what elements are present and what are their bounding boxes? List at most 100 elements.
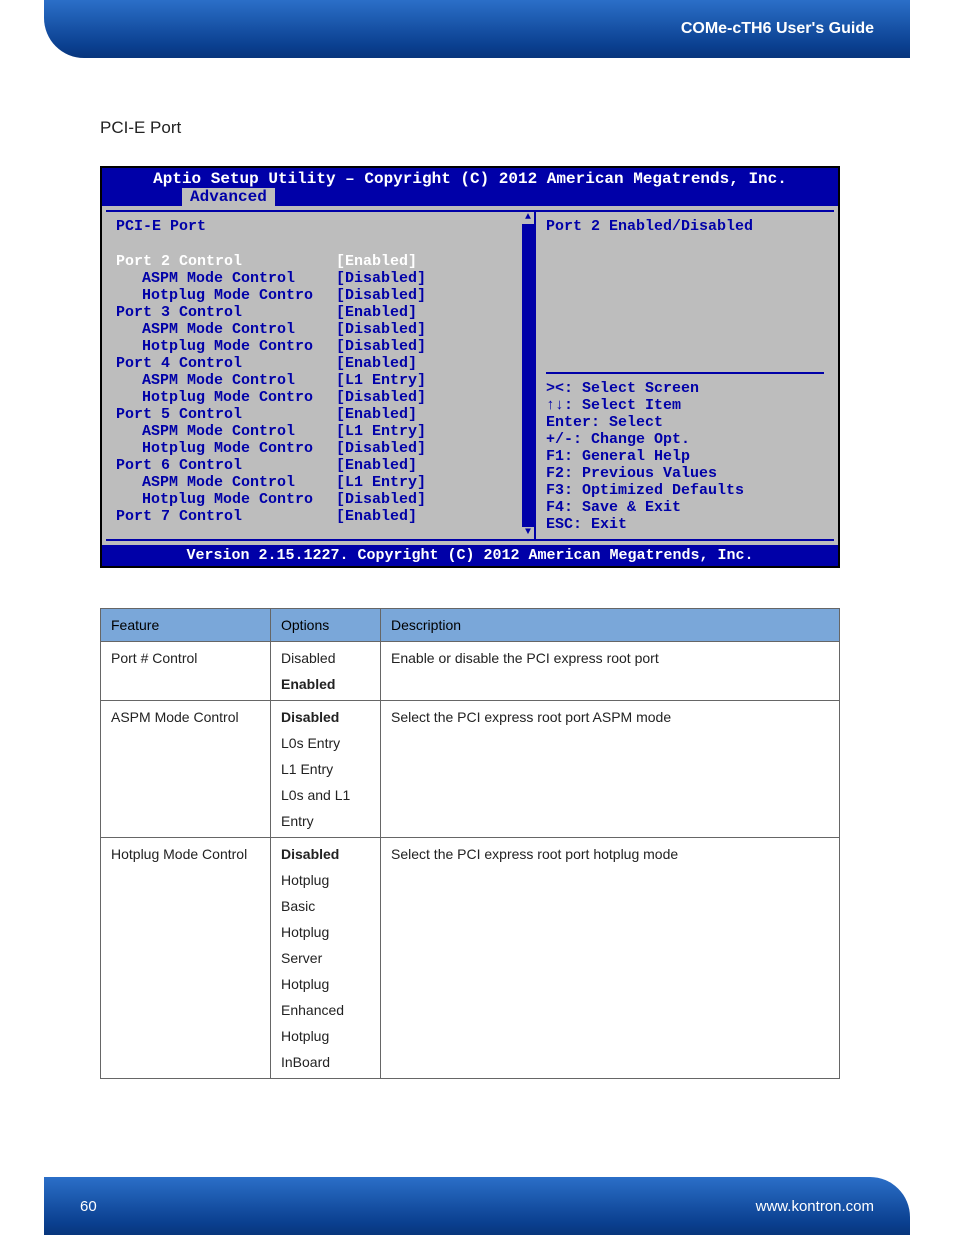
bios-keyhelp-line: Enter: Select: [546, 414, 824, 431]
option-value: Enabled: [281, 676, 370, 692]
option-value: Hotplug: [281, 924, 370, 940]
page-content: PCI-E Port Aptio Setup Utility – Copyrig…: [0, 58, 954, 1119]
cell-feature: Port # Control: [101, 642, 271, 701]
bios-option-value: [Disabled]: [336, 287, 426, 304]
bios-option-value: [L1 Entry]: [336, 474, 426, 491]
page-number: 60: [80, 1198, 97, 1215]
bios-screenshot: Aptio Setup Utility – Copyright (C) 2012…: [100, 166, 840, 568]
bios-option-row[interactable]: ASPM Mode Control[L1 Entry]: [116, 474, 528, 491]
bios-option-value: [Enabled]: [336, 406, 417, 423]
bios-option-value: [L1 Entry]: [336, 372, 426, 389]
option-value: Basic: [281, 898, 370, 914]
option-value: Server: [281, 950, 370, 966]
bios-option-row[interactable]: Hotplug Mode Contro[Disabled]: [116, 389, 528, 406]
bios-option-value: [Enabled]: [336, 457, 417, 474]
bios-option-label: Hotplug Mode Contro: [116, 389, 336, 406]
bios-keyhelp-line: F3: Optimized Defaults: [546, 482, 824, 499]
guide-title: COMe-cTH6 User's Guide: [681, 20, 874, 38]
bios-option-value: [Enabled]: [336, 253, 417, 270]
bios-keyhelp-line: ESC: Exit: [546, 516, 824, 533]
bios-option-row[interactable]: ASPM Mode Control[L1 Entry]: [116, 372, 528, 389]
option-value: Disabled: [281, 709, 370, 725]
bios-option-label: ASPM Mode Control: [116, 372, 336, 389]
bios-option-row[interactable]: Hotplug Mode Contro[Disabled]: [116, 491, 528, 508]
bios-option-label: ASPM Mode Control: [116, 423, 336, 440]
bios-option-label: Port 7 Control: [116, 508, 336, 525]
option-value: Entry: [281, 813, 370, 829]
cell-feature: Hotplug Mode Control: [101, 838, 271, 1079]
bios-option-value: [Disabled]: [336, 491, 426, 508]
bios-option-value: [Disabled]: [336, 270, 426, 287]
option-value: Hotplug: [281, 1028, 370, 1044]
table-row: ASPM Mode ControlDisabledL0s EntryL1 Ent…: [101, 701, 840, 838]
cell-description: Select the PCI express root port ASPM mo…: [381, 701, 840, 838]
bios-page-heading: PCI-E Port: [116, 218, 528, 235]
cell-options: DisabledL0s EntryL1 EntryL0s and L1Entry: [271, 701, 381, 838]
section-title: PCI-E Port: [100, 118, 894, 138]
bios-option-label: Hotplug Mode Contro: [116, 440, 336, 457]
option-value: L0s and L1: [281, 787, 370, 803]
bios-option-row[interactable]: ASPM Mode Control[Disabled]: [116, 321, 528, 338]
bios-option-value: [L1 Entry]: [336, 423, 426, 440]
bios-help-text: Port 2 Enabled/Disabled: [546, 218, 824, 235]
bios-option-value: [Enabled]: [336, 355, 417, 372]
bios-option-row[interactable]: Hotplug Mode Contro[Disabled]: [116, 338, 528, 355]
bios-option-value: [Enabled]: [336, 304, 417, 321]
option-value: L0s Entry: [281, 735, 370, 751]
bios-option-row[interactable]: Port 6 Control[Enabled]: [116, 457, 528, 474]
bios-option-row[interactable]: Port 2 Control[Enabled]: [116, 253, 528, 270]
cell-options: DisabledHotplugBasicHotplugServerHotplug…: [271, 838, 381, 1079]
cell-feature: ASPM Mode Control: [101, 701, 271, 838]
bios-option-row[interactable]: ASPM Mode Control[L1 Entry]: [116, 423, 528, 440]
bios-option-label: Port 2 Control: [116, 253, 336, 270]
bios-option-value: [Disabled]: [336, 321, 426, 338]
table-row: Hotplug Mode ControlDisabledHotplugBasic…: [101, 838, 840, 1079]
bios-scrollbar[interactable]: ▲ ▼: [522, 212, 534, 539]
feature-table: Feature Options Description Port # Contr…: [100, 608, 840, 1079]
bios-option-value: [Enabled]: [336, 508, 417, 525]
bios-keyhelp-line: +/-: Change Opt.: [546, 431, 824, 448]
bios-option-label: ASPM Mode Control: [116, 270, 336, 287]
scroll-down-icon[interactable]: ▼: [522, 527, 534, 539]
col-feature: Feature: [101, 609, 271, 642]
bios-option-value: [Disabled]: [336, 440, 426, 457]
table-header-row: Feature Options Description: [101, 609, 840, 642]
bios-option-label: Hotplug Mode Contro: [116, 287, 336, 304]
bios-option-label: Port 6 Control: [116, 457, 336, 474]
bios-option-label: Hotplug Mode Contro: [116, 338, 336, 355]
table-row: Port # Control Disabled Enabled Enable or d…: [101, 642, 840, 701]
option-value: Enhanced: [281, 1002, 370, 1018]
cell-description: Enable or disable the PCI express root p…: [381, 642, 840, 701]
bios-option-label: Port 4 Control: [116, 355, 336, 372]
bios-option-row[interactable]: ASPM Mode Control[Disabled]: [116, 270, 528, 287]
col-options: Options: [271, 609, 381, 642]
scroll-up-icon[interactable]: ▲: [522, 212, 534, 224]
bios-option-value: [Disabled]: [336, 338, 426, 355]
bios-tab-row: Advanced: [102, 188, 838, 206]
bios-keyhelp-line: F1: General Help: [546, 448, 824, 465]
bios-keyhelp-line: F2: Previous Values: [546, 465, 824, 482]
option-value: Disabled: [281, 650, 370, 666]
bios-option-row[interactable]: Port 5 Control[Enabled]: [116, 406, 528, 423]
bios-right-pane: Port 2 Enabled/Disabled ><: Select Scree…: [536, 212, 834, 539]
footer-url: www.kontron.com: [756, 1198, 874, 1215]
bios-option-row[interactable]: Hotplug Mode Contro[Disabled]: [116, 287, 528, 304]
option-value: InBoard: [281, 1054, 370, 1070]
bios-tab-advanced[interactable]: Advanced: [182, 188, 275, 206]
bios-footer-bar: Version 2.15.1227. Copyright (C) 2012 Am…: [102, 545, 838, 566]
cell-description: Select the PCI express root port hotplug…: [381, 838, 840, 1079]
bios-option-row[interactable]: Port 4 Control[Enabled]: [116, 355, 528, 372]
bios-keyhelp-line: ><: Select Screen: [546, 380, 824, 397]
bios-keyhelp-line: ↑↓: Select Item: [546, 397, 824, 414]
bios-option-label: ASPM Mode Control: [116, 474, 336, 491]
bios-option-row[interactable]: Hotplug Mode Contro[Disabled]: [116, 440, 528, 457]
option-value: Hotplug: [281, 976, 370, 992]
bios-option-row[interactable]: Port 3 Control[Enabled]: [116, 304, 528, 321]
bios-option-label: Hotplug Mode Contro: [116, 491, 336, 508]
bios-help-separator: [546, 372, 824, 374]
page-header-bar: COMe-cTH6 User's Guide: [44, 0, 910, 58]
bios-option-row[interactable]: Port 7 Control[Enabled]: [116, 508, 528, 525]
bios-title-bar: Aptio Setup Utility – Copyright (C) 2012…: [102, 168, 838, 188]
bios-keyhelp-line: F4: Save & Exit: [546, 499, 824, 516]
bios-option-label: Port 3 Control: [116, 304, 336, 321]
